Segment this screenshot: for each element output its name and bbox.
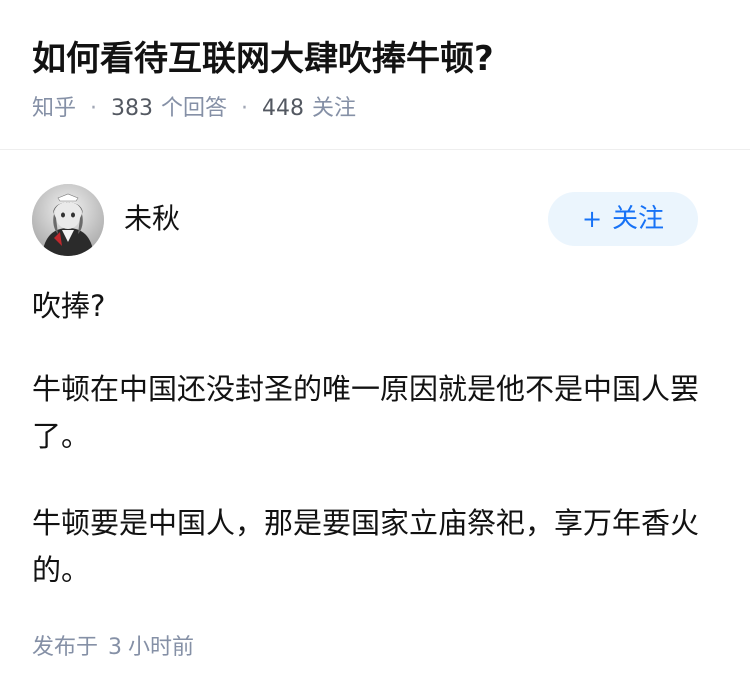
follower-count: 448 xyxy=(262,96,305,121)
author-name[interactable]: 未秋 xyxy=(124,200,180,238)
question-header: 如何看待互联网大肆吹捧牛顿? 知乎 · 383 个回答 · 448 关注 xyxy=(0,0,750,150)
avatar-image xyxy=(32,184,104,256)
question-meta: 知乎 · 383 个回答 · 448 关注 xyxy=(32,92,356,126)
source-label[interactable]: 知乎 xyxy=(32,92,76,126)
follow-button-label: 关注 xyxy=(612,204,665,234)
follower-count-label: 关注 xyxy=(312,96,357,121)
separator-dot: · xyxy=(241,96,249,121)
published-suffix: 小时前 xyxy=(128,635,195,660)
author-row: 未秋 + 关注 xyxy=(32,184,698,256)
published-prefix: 发布于 xyxy=(32,635,99,660)
question-title[interactable]: 如何看待互联网大肆吹捧牛顿? xyxy=(32,36,494,82)
answer-paragraph: 吹捧? xyxy=(32,289,106,323)
answer-count: 383 xyxy=(111,96,154,121)
separator-dot: · xyxy=(90,96,98,121)
avatar[interactable] xyxy=(32,184,104,256)
answer-paragraph: 牛顿在中国还没封圣的唯一原因就是他不是中国人罢了。 xyxy=(32,372,700,453)
published-time: 发布于 3 小时前 xyxy=(32,631,194,665)
answer-paragraph: 牛顿要是中国人，那是要国家立庙祭祀，享万年香火的。 xyxy=(32,506,700,587)
follow-button[interactable]: + 关注 xyxy=(548,192,698,246)
published-num: 3 xyxy=(108,635,123,660)
answer-count-label[interactable]: 个回答 xyxy=(161,92,227,126)
plus-icon: + xyxy=(581,205,603,233)
